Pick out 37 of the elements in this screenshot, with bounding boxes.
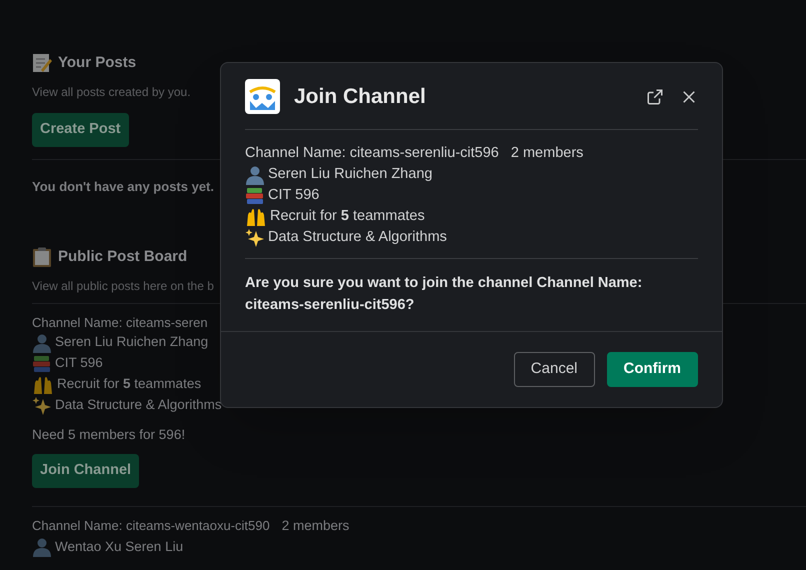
join-channel-button[interactable]: Join Channel [32,454,140,488]
person-icon [32,537,52,557]
post-detail-text: Recruit for 5 teammates [270,207,425,226]
sparkles-icon [32,396,52,416]
post-detail-text: Seren Liu Ruichen Zhang [268,165,432,184]
memo-icon [32,53,52,74]
books-icon [245,187,265,206]
empty-posts-message: You don't have any posts yet. [32,178,214,196]
section-title: Your Posts [58,53,136,73]
sparkles-icon [245,228,265,248]
confirm-button[interactable]: Confirm [606,352,698,387]
section-subtitle: View all posts created by you. [32,84,191,100]
books-icon [32,354,52,372]
member-count: 2 members [510,144,584,163]
dialog-title: Join Channel [294,84,426,110]
clipboard-icon [32,247,52,268]
confirmation-question: Are you sure you want to join the channel Channel Name: citeams-serenliu-cit596? [244,274,644,315]
channel-name: Channel Name: citeams-seren [32,314,208,332]
channel-name: Channel Name: citeams-serenliu-cit596 [245,144,499,163]
person-icon [32,332,52,352]
post-detail-text: Data Structure & Algorithms [268,228,447,248]
post-detail-text: Wentao Xu Seren Liu [55,538,184,556]
post-detail-text: Data Structure & Algorithms [55,396,222,414]
post-description: Need 5 members for 596! [32,426,186,444]
post-detail-text: Seren Liu Ruichen Zhang [55,333,208,352]
channel-name: Channel Name: citeams-wentaoxu-cit590 [32,517,270,536]
cancel-button[interactable]: Cancel [514,352,594,387]
member-count: 2 members [282,517,350,536]
create-post-button[interactable]: Create Post [32,112,129,146]
post-detail-text: CIT 596 [268,186,320,206]
team-logo-icon [245,79,280,114]
person-icon [245,165,265,186]
open-external-icon[interactable] [646,88,664,106]
post-detail-text: Recruit for 5 teammates [57,375,202,394]
section-subtitle: View all public posts here on the b [32,278,214,294]
post-detail-text: CIT 596 [55,354,103,372]
section-title: Public Post Board [58,247,188,267]
